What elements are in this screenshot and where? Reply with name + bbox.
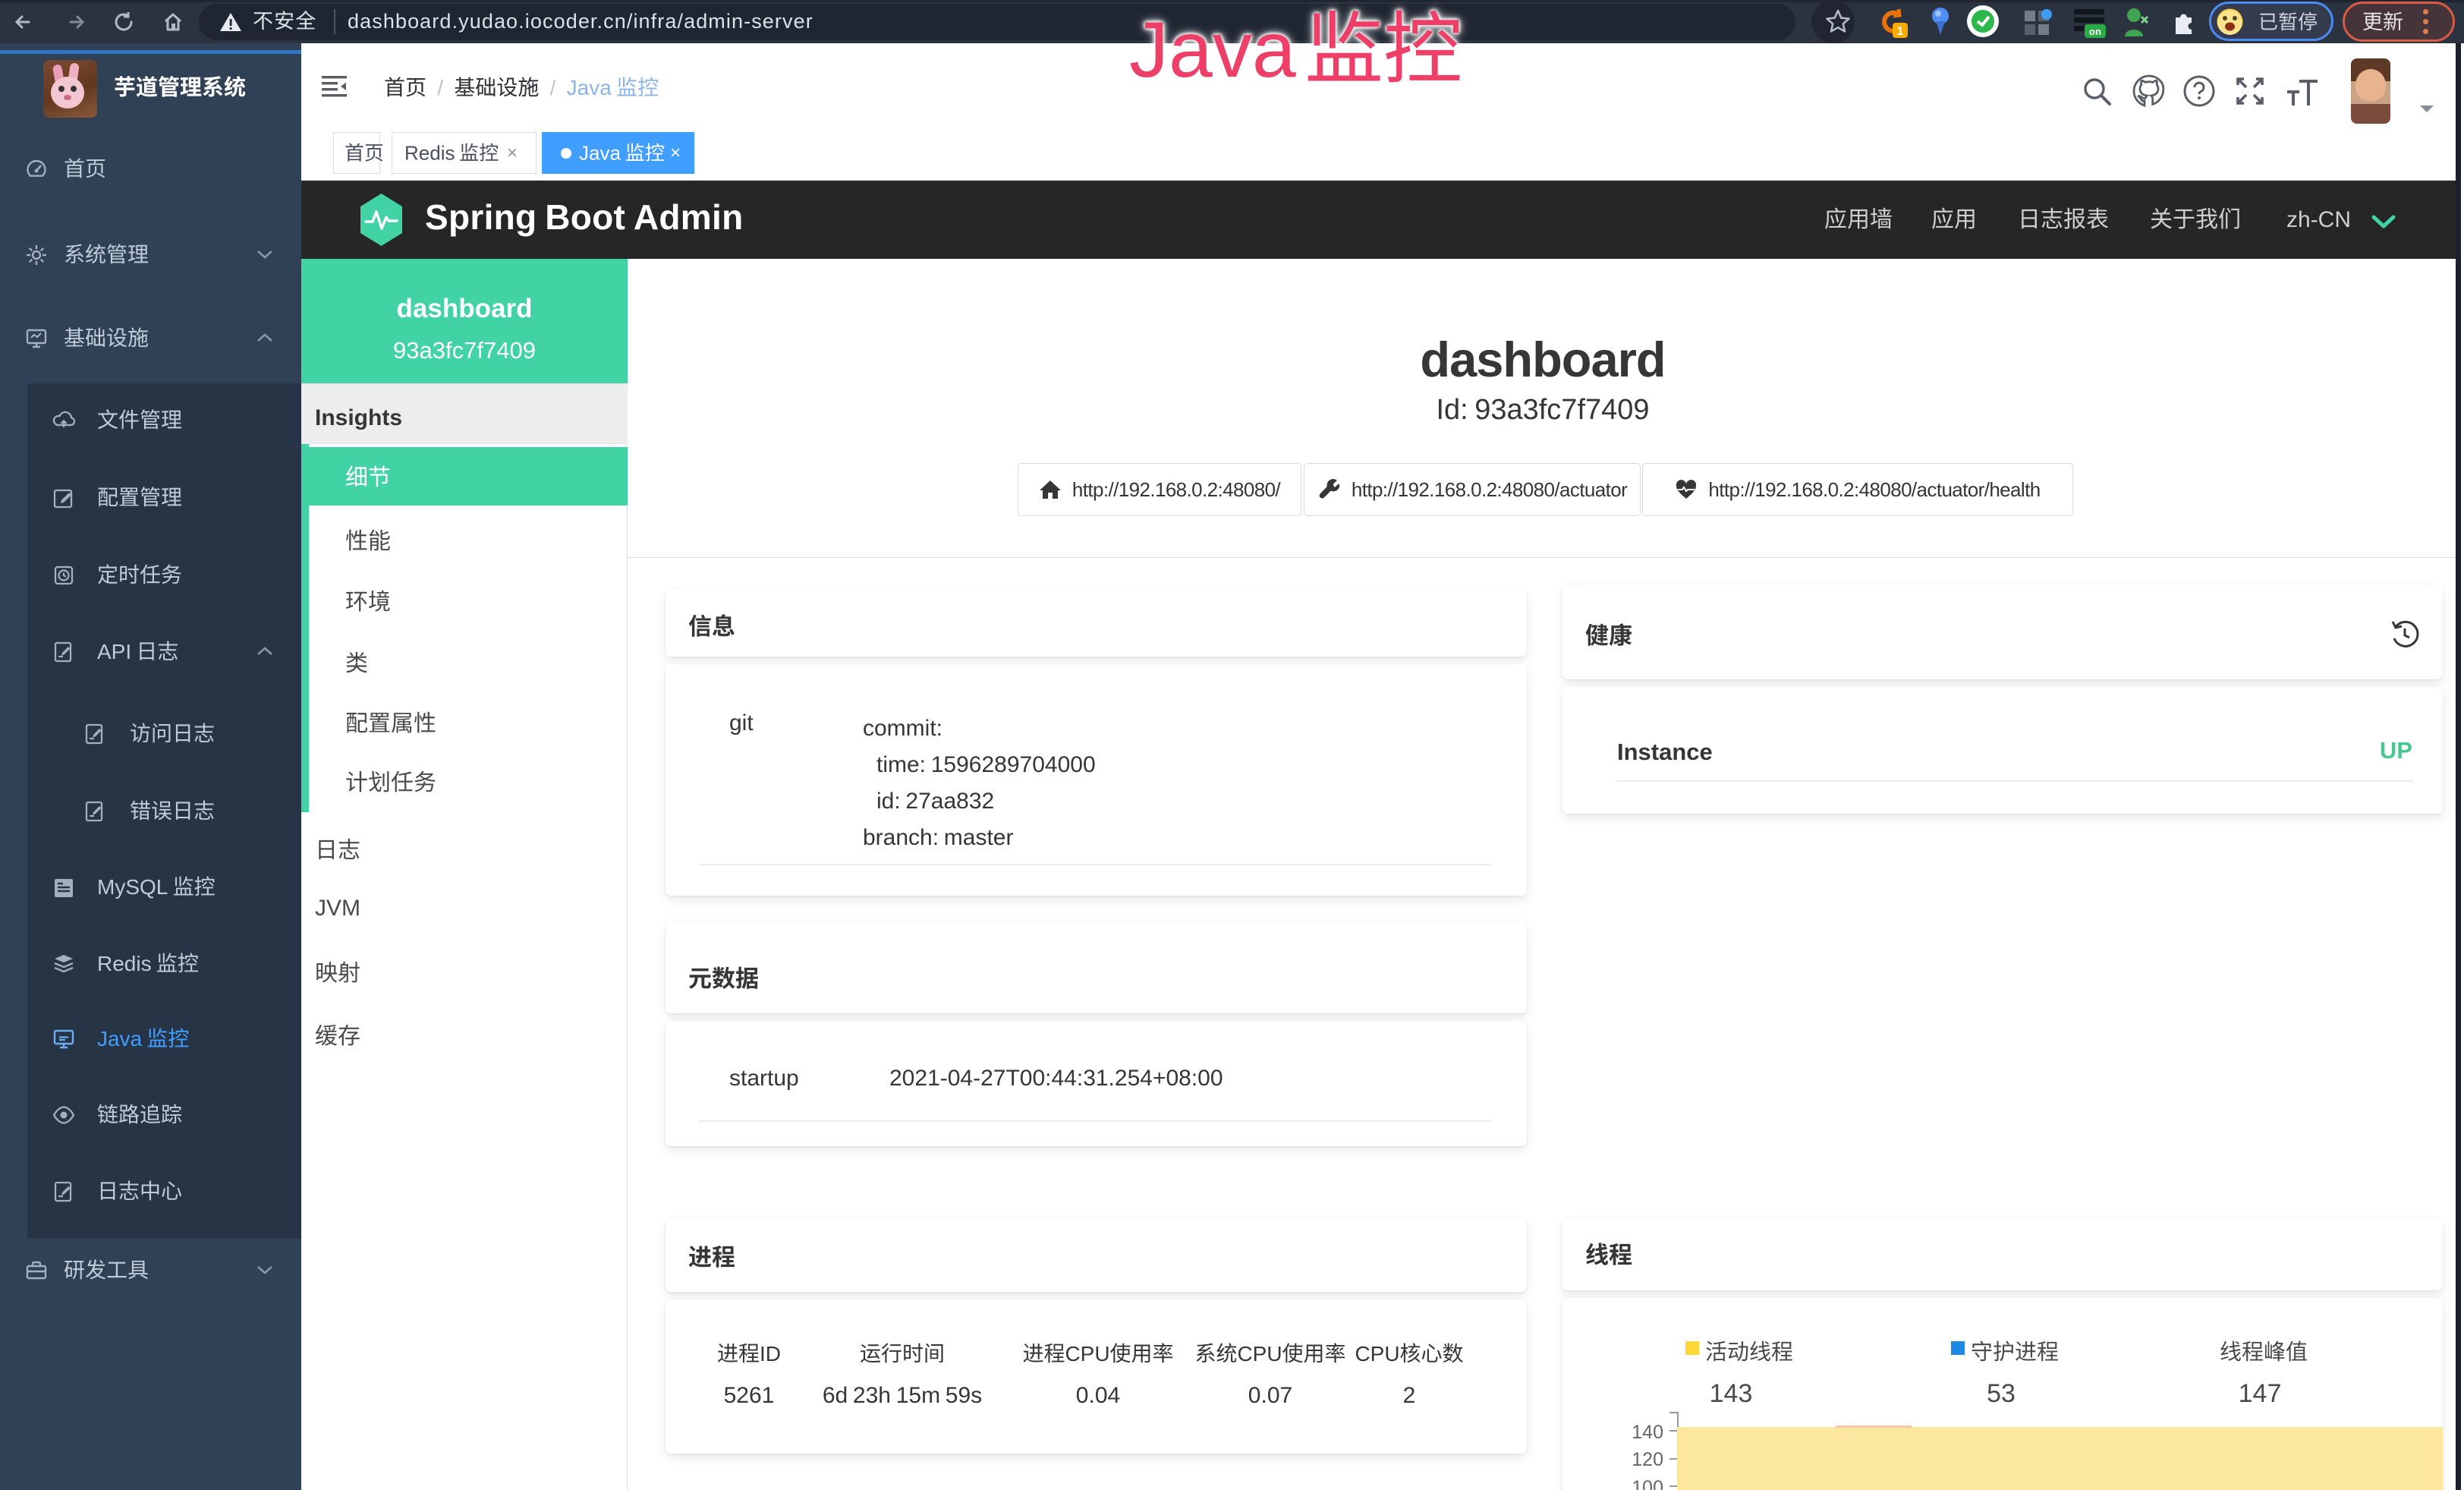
svg-text:1: 1 (1897, 25, 1904, 38)
svg-text:on: on (2089, 26, 2101, 37)
